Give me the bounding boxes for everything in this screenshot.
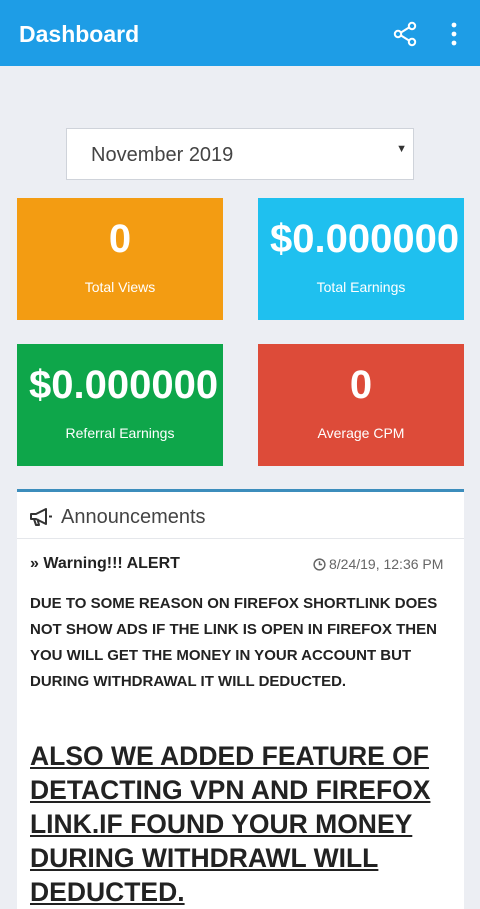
referral-earnings-card: $0.000000 Referral Earnings [17, 344, 223, 466]
announcements-header: Announcements [17, 492, 464, 539]
alert-time-text: 8/24/19, 12:36 PM [329, 556, 444, 572]
double-chevron-right-icon: » [30, 555, 39, 572]
total-views-value: 0 [108, 217, 132, 261]
alert-title-text: Warning!!! ALERT [43, 555, 180, 572]
total-earnings-card: $0.000000 Total Earnings [258, 198, 464, 320]
page-title: Dashboard [19, 21, 140, 47]
announcements-panel: Announcements » Warning!!! ALERT 8/24/19… [17, 489, 464, 909]
more-vert-icon[interactable] [444, 21, 464, 47]
total-views-label: Total Views [84, 279, 156, 295]
total-views-card: 0 Total Views [17, 198, 223, 320]
total-earnings-label: Total Earnings [316, 279, 406, 295]
average-cpm-card: 0 Average CPM [258, 344, 464, 466]
share-icon[interactable] [392, 21, 418, 47]
app-bar: Dashboard [0, 0, 480, 66]
referral-earnings-label: Referral Earnings [65, 425, 175, 441]
alert-emphasis: ALSO WE ADDED FEATURE OF DETACTING VPN A… [30, 741, 431, 907]
month-select-value: November 2019 [91, 144, 234, 166]
month-select[interactable]: November 2019 ▼ [66, 128, 414, 180]
chevron-down-icon: ▼ [396, 143, 407, 155]
alert-title[interactable]: » Warning!!! ALERT [30, 554, 180, 574]
announcements-title: Announcements [61, 506, 206, 528]
bullhorn-icon [30, 508, 52, 526]
alert-message: DUE TO SOME REASON ON FIREFOX SHORTLINK … [30, 595, 438, 690]
average-cpm-value: 0 [349, 363, 373, 407]
clock-icon [313, 558, 326, 571]
average-cpm-label: Average CPM [317, 425, 405, 441]
alert-timestamp: 8/24/19, 12:36 PM [313, 554, 443, 574]
total-earnings-value: $0.000000 [270, 217, 460, 261]
referral-earnings-value: $0.000000 [29, 363, 219, 407]
